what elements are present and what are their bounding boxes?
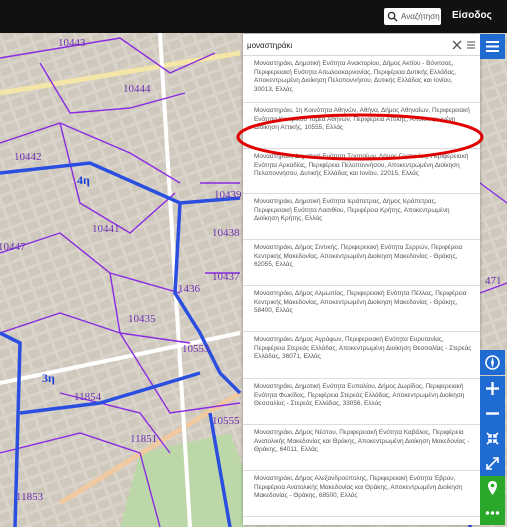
result-item[interactable]: Μοναστηράκι, Δημοτική Ενότητα Ανακτορίου… [243,56,480,103]
result-item[interactable]: Μοναστηράκι, Δήμος Αλμωπίας, Περιφερειακ… [243,286,480,332]
zone-label: 10439 [214,189,242,201]
zone-label: 11854 [74,391,102,403]
zone-label: 10435 [128,313,156,325]
clear-icon[interactable] [452,40,462,50]
search-results-panel: Μοναστηράκι, Δημοτική Ενότητα Ανακτορίου… [243,34,480,525]
compass-icon [485,355,500,370]
result-item[interactable]: Μοναστηράκι, Δήμος Αγράφων, Περιφερειακή… [243,332,480,379]
login-link[interactable]: Είσοδος [452,10,492,21]
list-icon[interactable] [466,40,476,50]
search-icon [387,11,398,22]
zone-label: 10442 [14,151,42,163]
location-button[interactable] [480,476,505,501]
minus-icon [486,412,499,415]
district-label: 4η [77,173,90,187]
zone-label: 10555 [212,415,240,427]
highlight-circle [236,113,484,161]
result-item[interactable]: Μοναστηράκι, Δημοτική Ενότητα Ευπαλίου, … [243,379,480,425]
result-item[interactable]: Μοναστηράκι, Δήμος Αλεξανδρούπολης, Περι… [243,471,480,517]
zone-label: 1436 [178,283,200,295]
zone-label: 11851 [130,433,158,445]
zone-label: 10444 [123,83,151,95]
zone-label: 10553 [182,343,210,355]
location-search-input[interactable] [247,38,443,52]
zone-label: 10437 [212,271,240,283]
expand-icon [486,457,499,470]
zone-label: 471 [485,275,502,287]
district-label: 3η [42,371,55,385]
shrink-arrows-icon [486,432,499,445]
zoom-out-button[interactable] [480,401,505,426]
panel-search-bar [243,34,480,56]
header-search-box[interactable]: Αναζήτηση [384,8,441,25]
menu-button[interactable] [480,34,505,59]
hamburger-icon [486,41,499,52]
map-pin-icon [488,481,497,495]
zoom-in-button[interactable] [480,376,505,401]
more-dots-icon [485,511,500,515]
top-bar: Αναζήτηση Είσοδος [0,0,507,33]
zone-label: 11853 [16,491,44,503]
result-item[interactable]: Μοναστηράκι, Δημοτική Ενότητα Ιεράπετρας… [243,194,480,240]
compass-button[interactable] [480,350,505,375]
result-item[interactable]: Μοναστηράκι, Δήμος Σιντικής, Περιφερειακ… [243,240,480,286]
more-button[interactable] [480,501,505,525]
result-item[interactable]: Μοναστηράκι, Δήμος Νέστου, Περιφερειακή … [243,425,480,471]
zone-label: 10443 [58,37,86,49]
zone-label: 10447 [0,241,26,253]
plus-icon [486,382,499,395]
zone-label: 10438 [212,227,240,239]
header-search-placeholder: Αναζήτηση [401,12,440,21]
zone-label: 10441 [92,223,120,235]
fit-extent-button[interactable] [480,426,505,451]
fullscreen-button[interactable] [480,451,505,476]
